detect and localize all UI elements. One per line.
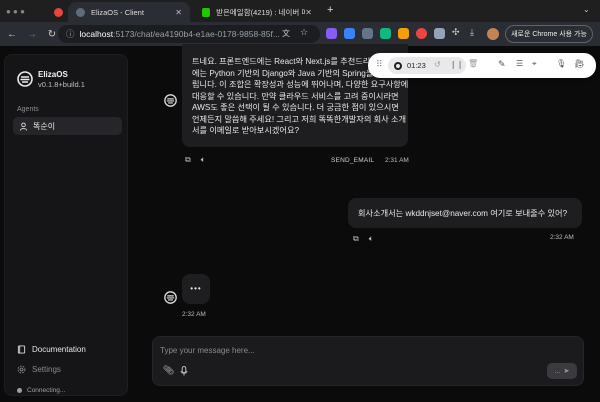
- user-message-bubble: 회사소개서는 wkddnjset@naver.com 여기로 보내줄수 있어?: [348, 198, 582, 228]
- pen-icon[interactable]: ✎: [498, 59, 506, 70]
- extension-icon-1[interactable]: [326, 28, 337, 39]
- message-composer: 📎︎ ... ➤: [152, 336, 584, 386]
- new-tab-button[interactable]: +: [327, 4, 333, 16]
- message-timestamp: 2:32 AM: [550, 234, 574, 241]
- restart-icon[interactable]: ↺: [434, 60, 441, 69]
- extension-icon-5[interactable]: [398, 28, 409, 39]
- message-timestamp: 2:32 AM: [182, 311, 206, 318]
- tab-recording[interactable]: [50, 2, 66, 22]
- record-icon: [53, 7, 63, 17]
- url-path: :5173/chat/ea4190b4-e1ae-0178-9858-85f..…: [113, 29, 280, 39]
- send-button[interactable]: ... ➤: [547, 363, 577, 379]
- bookmark-star-icon[interactable]: ☆: [300, 27, 308, 38]
- tab-label: 받은메일함(4219) : 네이버 메일: [216, 7, 306, 17]
- attach-paperclip-icon[interactable]: 📎︎: [163, 365, 174, 376]
- user-message-text: 회사소개서는 wkddnjset@naver.com 여기로 보내줄수 있어?: [358, 209, 568, 218]
- gear-icon: [17, 365, 26, 374]
- translate-icon[interactable]: 文: [282, 28, 290, 39]
- agent-message-actions: ⧉ 🔈︎: [185, 155, 206, 165]
- extension-icon-4[interactable]: [380, 28, 391, 39]
- app-version: v0.1.8+build.1: [38, 80, 85, 89]
- typing-indicator-bubble: •••: [182, 274, 210, 304]
- profile-avatar[interactable]: [487, 28, 499, 40]
- send-icon: ➤: [563, 368, 570, 375]
- forward-icon[interactable]: →: [24, 29, 40, 40]
- extension-icon-2[interactable]: [344, 28, 355, 39]
- chat-main: 트네요. 프론트엔드에는 React와 Next.js를 추천드리 에는 Pyt…: [136, 44, 600, 402]
- settings-sliders-icon[interactable]: ☰: [516, 59, 523, 68]
- status-dot: [17, 388, 22, 393]
- tab-elizaos[interactable]: ElizaOS - Client ✕: [68, 2, 190, 22]
- connection-status: Connecting...: [17, 387, 65, 394]
- agent-avatar-icon: [164, 291, 177, 304]
- camera-icon[interactable]: 🎥︎: [574, 59, 584, 68]
- tab-search-icon[interactable]: ⌄: [583, 5, 590, 14]
- trash-icon[interactable]: 🗑︎: [468, 59, 478, 68]
- agent-message-line: 립니다. 이 조합은 확장성과 성능에 뛰어나며, 다양한 요구사항에: [192, 80, 408, 89]
- tab-naver-mail[interactable]: 받은메일함(4219) : 네이버 메일 ✕: [194, 2, 320, 22]
- naver-mail-icon: [202, 7, 211, 17]
- elapsed-time: 01:23: [407, 61, 426, 70]
- elizaos-logo-icon: [17, 71, 33, 87]
- chrome-menu-dots[interactable]: ● ● ●: [6, 7, 25, 16]
- site-info-icon[interactable]: ⓘ: [66, 28, 75, 40]
- agents-section-label: Agents: [17, 106, 39, 113]
- back-icon[interactable]: ←: [4, 29, 20, 40]
- record-stop-icon[interactable]: [394, 61, 402, 70]
- documentation-link[interactable]: Documentation: [17, 345, 86, 354]
- extensions-puzzle-icon[interactable]: ✣: [452, 27, 460, 38]
- cursor-icon[interactable]: ⌖: [532, 59, 537, 69]
- agent-message-line: 언제든지 말씀해 주세요! 그리고 저희 똑똑한개발자의 회사 소개: [192, 114, 407, 124]
- agent-name: 똑순이: [33, 121, 56, 131]
- screen-recorder-toolbar: ⠿ 01:23 ↺ ❙❙ 🗑︎ ✎ ☰ ⌖ 🎙︎ 🎥︎: [368, 53, 596, 78]
- agent-message-line: 서를 이메일로 받아보시겠어요?: [192, 126, 300, 135]
- settings-label: Settings: [32, 365, 61, 374]
- copy-icon[interactable]: ⧉: [185, 155, 191, 165]
- copy-icon[interactable]: ⧉: [353, 234, 359, 244]
- microphone-icon[interactable]: [180, 366, 188, 376]
- message-timestamp: 2:31 AM: [385, 157, 409, 164]
- settings-link[interactable]: Settings: [17, 365, 61, 374]
- speaker-icon[interactable]: 🔈︎: [369, 234, 374, 244]
- agent-message-line: AWS도 좋은 선택이 될 수 있습니다. 더 궁금한 점이 있으시면: [192, 103, 399, 112]
- user-icon: [19, 122, 28, 131]
- sidebar-item-agent[interactable]: 똑순이: [13, 117, 122, 135]
- pause-icon[interactable]: ❙❙: [450, 60, 463, 69]
- address-bar[interactable]: ⓘ localhost:5173/chat/ea4190b4-e1ae-0178…: [58, 25, 320, 43]
- close-icon[interactable]: ✕: [175, 8, 182, 17]
- book-icon: [17, 345, 26, 354]
- sidebar: ElizaOS v0.1.8+build.1 Agents 똑순이 Docume…: [4, 54, 128, 396]
- extension-icon-6[interactable]: [416, 28, 427, 39]
- update-label: 새로운 Chrome 사용 가능: [511, 31, 587, 38]
- download-icon[interactable]: ⤓: [470, 27, 474, 38]
- microphone-icon[interactable]: 🎙︎: [556, 59, 566, 68]
- extension-icon-7[interactable]: [434, 28, 445, 39]
- browser-toolbar: ← → ↻ ⓘ localhost:5173/chat/ea4190b4-e1a…: [0, 22, 600, 46]
- app-name: ElizaOS: [38, 70, 68, 79]
- documentation-label: Documentation: [32, 345, 86, 354]
- chrome-update-button[interactable]: 새로운 Chrome 사용 가능: [505, 25, 593, 43]
- globe-icon: [76, 7, 85, 17]
- message-input[interactable]: [160, 343, 540, 357]
- action-tag: SEND_EMAIL: [331, 157, 375, 164]
- url-host: localhost: [79, 29, 114, 39]
- tab-strip: ● ● ● ElizaOS - Client ✕ 받은메일함(4219) : 네…: [0, 0, 600, 22]
- typing-indicator: •••: [190, 284, 202, 294]
- tab-label: ElizaOS - Client: [91, 7, 144, 17]
- app-root: ElizaOS v0.1.8+build.1 Agents 똑순이 Docume…: [0, 44, 600, 402]
- agent-avatar-icon: [164, 94, 177, 107]
- user-message-actions: ⧉ 🔈︎: [353, 234, 374, 244]
- extension-icon-3[interactable]: [362, 28, 373, 39]
- close-icon[interactable]: ✕: [305, 8, 312, 17]
- drag-handle-icon[interactable]: ⠿: [376, 59, 383, 70]
- connection-label: Connecting...: [27, 387, 66, 394]
- agent-message-line: 대응할 수 있습니다. 만약 클라우드 서비스를 고려 중이시라면: [192, 91, 399, 101]
- send-label: ...: [554, 367, 561, 375]
- speaker-icon[interactable]: 🔈︎: [201, 155, 206, 165]
